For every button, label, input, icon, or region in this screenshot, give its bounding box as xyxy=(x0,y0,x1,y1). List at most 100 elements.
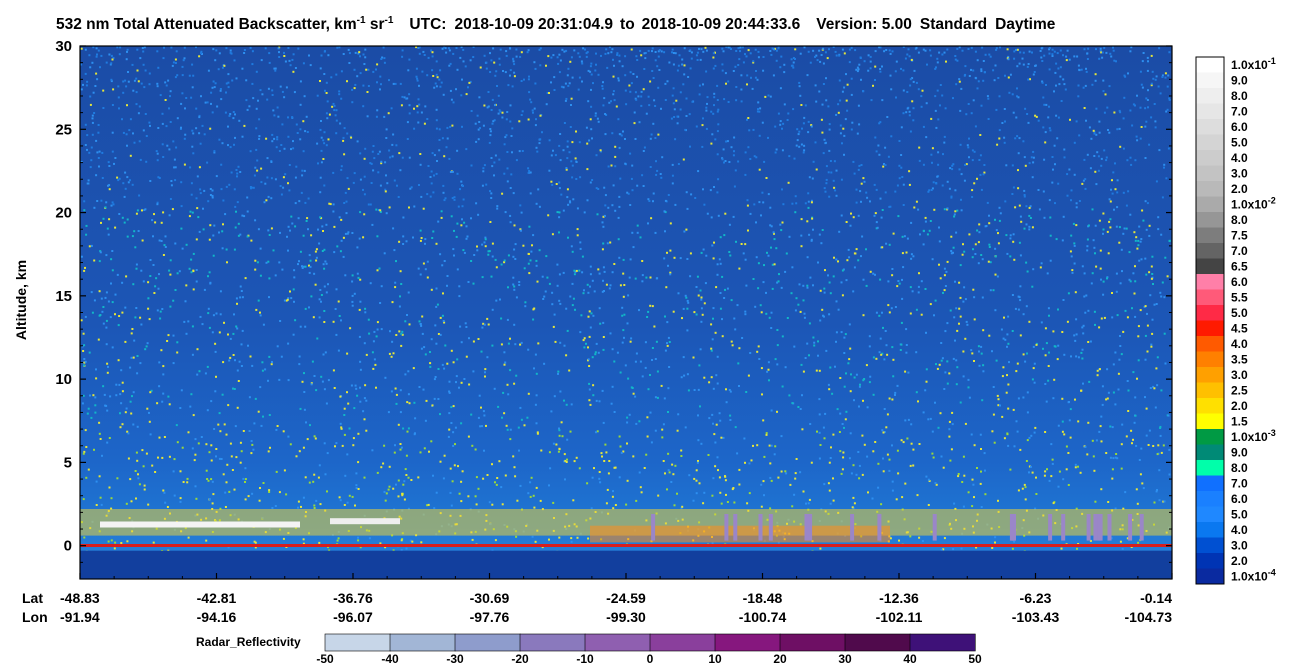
speckle-pixel xyxy=(245,79,248,82)
speckle-pixel xyxy=(181,74,184,77)
speckle-pixel xyxy=(1039,50,1042,52)
speckle-pixel xyxy=(509,120,512,123)
speckle-pixel xyxy=(424,419,427,422)
speckle-pixel xyxy=(452,101,455,104)
speckle-pixel xyxy=(1042,347,1044,350)
speckle-pixel xyxy=(340,165,343,168)
speckle-pixel xyxy=(528,91,531,94)
speckle-pixel xyxy=(89,166,92,169)
speckle-pixel xyxy=(404,373,407,376)
speckle-pixel xyxy=(680,376,683,379)
speckle-pixel xyxy=(653,325,656,328)
speckle-pixel xyxy=(763,160,766,163)
speckle-pixel xyxy=(1075,318,1078,321)
speckle-pixel xyxy=(654,137,657,139)
speckle-pixel xyxy=(159,94,162,97)
speckle-pixel xyxy=(388,352,391,355)
speckle-pixel xyxy=(147,281,150,284)
speckle-pixel xyxy=(323,285,326,288)
speckle-pixel xyxy=(727,80,730,83)
speckle-pixel xyxy=(997,499,999,502)
speckle-pixel xyxy=(815,100,818,103)
speckle-pixel xyxy=(1019,254,1022,257)
speckle-pixel xyxy=(1118,241,1121,244)
speckle-pixel xyxy=(911,100,914,103)
speckle-pixel xyxy=(280,193,283,196)
speckle-pixel xyxy=(647,310,650,313)
speckle-pixel xyxy=(979,482,982,485)
speckle-pixel xyxy=(814,84,817,87)
speckle-pixel xyxy=(529,171,532,174)
speckle-pixel xyxy=(194,453,197,456)
speckle-pixel xyxy=(1074,339,1077,342)
speckle-pixel xyxy=(180,126,182,129)
speckle-pixel xyxy=(773,48,776,51)
speckle-pixel xyxy=(95,174,98,177)
speckle-pixel xyxy=(490,59,493,62)
speckle-pixel xyxy=(394,444,396,447)
speckle-pixel xyxy=(136,425,139,428)
speckle-pixel xyxy=(460,480,463,483)
speckle-pixel xyxy=(1086,249,1089,252)
speckle-pixel xyxy=(186,477,189,480)
speckle-pixel xyxy=(689,252,692,255)
speckle-pixel xyxy=(973,496,975,499)
speckle-pixel xyxy=(98,475,101,478)
speckle-pixel xyxy=(918,536,921,539)
speckle-pixel xyxy=(320,120,322,122)
speckle-pixel xyxy=(383,57,386,60)
speckle-pixel xyxy=(812,336,815,339)
speckle-pixel xyxy=(727,101,730,103)
speckle-pixel xyxy=(333,104,336,107)
speckle-pixel xyxy=(1154,78,1157,81)
speckle-pixel xyxy=(267,379,269,382)
speckle-pixel xyxy=(399,270,402,273)
speckle-pixel xyxy=(627,294,630,297)
speckle-pixel xyxy=(563,50,566,53)
speckle-pixel xyxy=(110,497,113,500)
speckle-pixel xyxy=(611,348,614,351)
speckle-pixel xyxy=(466,235,469,238)
speckle-pixel xyxy=(353,407,356,410)
speckle-pixel xyxy=(1007,76,1010,79)
speckle-pixel xyxy=(548,484,550,487)
speckle-pixel xyxy=(237,380,240,382)
speckle-pixel xyxy=(613,99,616,102)
speckle-pixel xyxy=(879,337,882,340)
speckle-pixel xyxy=(971,256,974,259)
speckle-pixel xyxy=(430,170,433,173)
speckle-pixel xyxy=(1145,97,1148,100)
speckle-pixel xyxy=(314,283,317,286)
speckle-pixel xyxy=(764,95,767,98)
speckle-pixel xyxy=(180,205,183,208)
speckle-pixel xyxy=(351,274,354,277)
speckle-pixel xyxy=(565,461,568,463)
speckle-pixel xyxy=(943,289,946,292)
speckle-pixel xyxy=(86,148,88,151)
speckle-pixel xyxy=(1045,103,1048,106)
speckle-pixel xyxy=(375,386,377,389)
speckle-pixel xyxy=(251,50,254,53)
speckle-pixel xyxy=(760,483,763,486)
speckle-pixel xyxy=(1001,415,1004,418)
speckle-pixel xyxy=(472,340,475,343)
speckle-pixel xyxy=(880,216,883,219)
speckle-pixel xyxy=(1022,353,1025,356)
speckle-pixel xyxy=(580,314,583,317)
speckle-pixel xyxy=(1073,262,1076,265)
speckle-pixel xyxy=(713,433,716,436)
speckle-pixel xyxy=(512,255,515,258)
speckle-pixel xyxy=(664,82,667,85)
speckle-pixel xyxy=(616,52,619,55)
speckle-pixel xyxy=(570,160,573,163)
speckle-pixel xyxy=(233,143,235,146)
speckle-pixel xyxy=(635,499,638,502)
speckle-pixel xyxy=(1154,126,1157,129)
speckle-pixel xyxy=(282,186,285,189)
speckle-pixel xyxy=(106,362,109,365)
speckle-pixel xyxy=(712,257,715,260)
speckle-pixel xyxy=(849,347,852,350)
speckle-pixel xyxy=(897,280,900,282)
speckle-pixel xyxy=(449,467,452,470)
speckle-pixel xyxy=(298,260,300,263)
